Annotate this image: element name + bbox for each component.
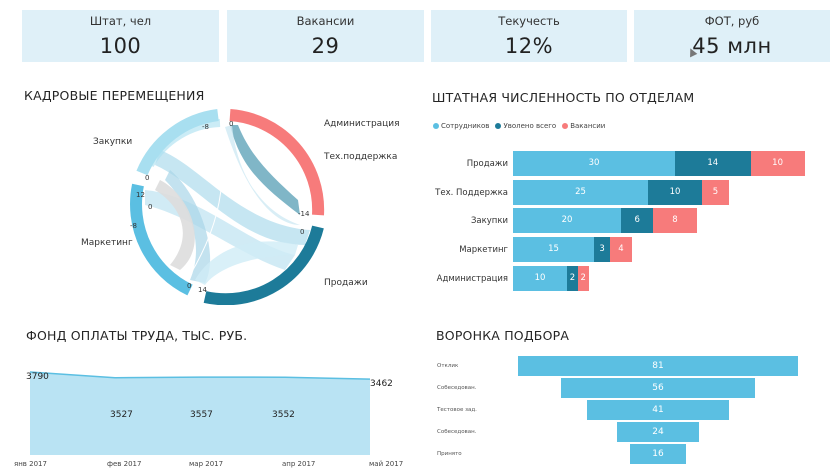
funnel-bar[interactable]: 56 — [561, 378, 755, 398]
funnel-bar[interactable]: 41 — [587, 400, 729, 420]
funnel-label: Отклик — [437, 363, 459, 369]
funnel-label: Тестовое зад. — [437, 407, 477, 413]
funnel-bar[interactable]: 81 — [518, 356, 798, 376]
data-label: 3527 — [110, 410, 133, 420]
data-label: 3790 — [26, 372, 49, 382]
data-label: 3552 — [272, 410, 295, 420]
data-label: 3462 — [370, 379, 393, 389]
funnel-bar[interactable]: 24 — [616, 422, 700, 442]
x-tick-label: фев 2017 — [107, 460, 142, 468]
data-label: 3557 — [190, 410, 213, 420]
funnel-label: Собеседован. — [437, 429, 477, 435]
x-tick-label: янв 2017 — [14, 460, 47, 468]
funnel-label: Принято — [437, 451, 462, 457]
funnel-label: Собеседован. — [437, 385, 477, 391]
x-tick-label: апр 2017 — [282, 460, 316, 468]
x-tick-label: май 2017 — [369, 460, 404, 468]
x-tick-label: мар 2017 — [189, 460, 224, 468]
funnel-bar[interactable]: 16 — [630, 444, 686, 464]
